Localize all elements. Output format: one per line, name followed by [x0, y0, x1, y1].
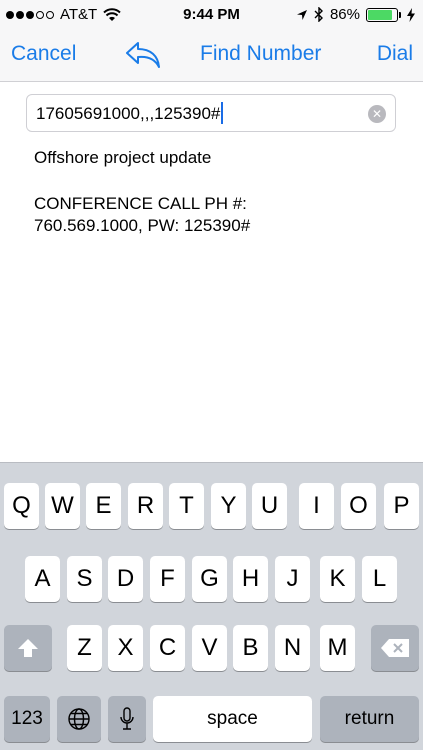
key-l[interactable]: L — [362, 556, 397, 602]
status-bar: AT&T 9:44 PM 86% — [0, 0, 423, 30]
notes-line: 760.569.1000, PW: 125390# — [34, 216, 251, 235]
key-x[interactable]: X — [108, 625, 143, 671]
globe-key[interactable] — [57, 696, 101, 742]
key-j[interactable]: J — [275, 556, 310, 602]
microphone-icon — [120, 707, 134, 730]
delete-backspace-icon — [381, 639, 409, 657]
event-notes: CONFERENCE CALL PH #: 760.569.1000, PW: … — [34, 193, 250, 237]
notes-line: CONFERENCE CALL PH #: — [34, 194, 247, 213]
key-k[interactable]: K — [320, 556, 355, 602]
dictation-key[interactable] — [108, 696, 146, 742]
find-number-button[interactable]: Find Number — [200, 42, 321, 66]
key-h[interactable]: H — [233, 556, 268, 602]
phone-number-value: 17605691000,,,125390# — [36, 104, 221, 123]
key-m[interactable]: M — [320, 625, 355, 671]
key-f[interactable]: F — [150, 556, 185, 602]
charging-bolt-icon — [407, 7, 415, 22]
clear-icon[interactable]: ✕ — [368, 105, 386, 123]
key-t[interactable]: T — [169, 483, 204, 529]
key-v[interactable]: V — [192, 625, 227, 671]
key-z[interactable]: Z — [67, 625, 102, 671]
navigation-bar: Cancel Find Number Dial — [0, 30, 423, 82]
location-arrow-icon — [296, 9, 307, 20]
key-g[interactable]: G — [192, 556, 227, 602]
reply-arrow-icon[interactable] — [124, 40, 162, 70]
globe-icon — [68, 708, 90, 730]
key-i[interactable]: I — [299, 483, 334, 529]
delete-key[interactable] — [371, 625, 419, 671]
key-b[interactable]: B — [233, 625, 268, 671]
bluetooth-icon — [314, 7, 323, 22]
key-q[interactable]: Q — [4, 483, 39, 529]
shift-arrow-icon — [18, 639, 38, 657]
key-c[interactable]: C — [150, 625, 185, 671]
battery-icon — [366, 7, 401, 22]
key-s[interactable]: S — [67, 556, 102, 602]
key-p[interactable]: P — [384, 483, 419, 529]
text-cursor — [221, 102, 224, 125]
dial-button[interactable]: Dial — [377, 42, 413, 66]
space-key[interactable]: space — [153, 696, 312, 742]
keyboard: Q W E R T Y U I O P A S D F G H J K L Z … — [0, 462, 423, 750]
return-key[interactable]: return — [320, 696, 419, 742]
numbers-key[interactable]: 123 — [4, 696, 50, 742]
key-y[interactable]: Y — [211, 483, 246, 529]
key-e[interactable]: E — [86, 483, 121, 529]
shift-key[interactable] — [4, 625, 52, 671]
event-subject: Offshore project update — [34, 148, 212, 167]
key-o[interactable]: O — [341, 483, 376, 529]
key-w[interactable]: W — [45, 483, 80, 529]
key-n[interactable]: N — [275, 625, 310, 671]
cancel-button[interactable]: Cancel — [11, 42, 76, 66]
key-u[interactable]: U — [252, 483, 287, 529]
key-r[interactable]: R — [128, 483, 163, 529]
key-d[interactable]: D — [108, 556, 143, 602]
key-a[interactable]: A — [25, 556, 60, 602]
phone-number-field[interactable]: 17605691000,,,125390# ✕ — [26, 94, 396, 132]
battery-percentage: 86% — [329, 6, 360, 23]
